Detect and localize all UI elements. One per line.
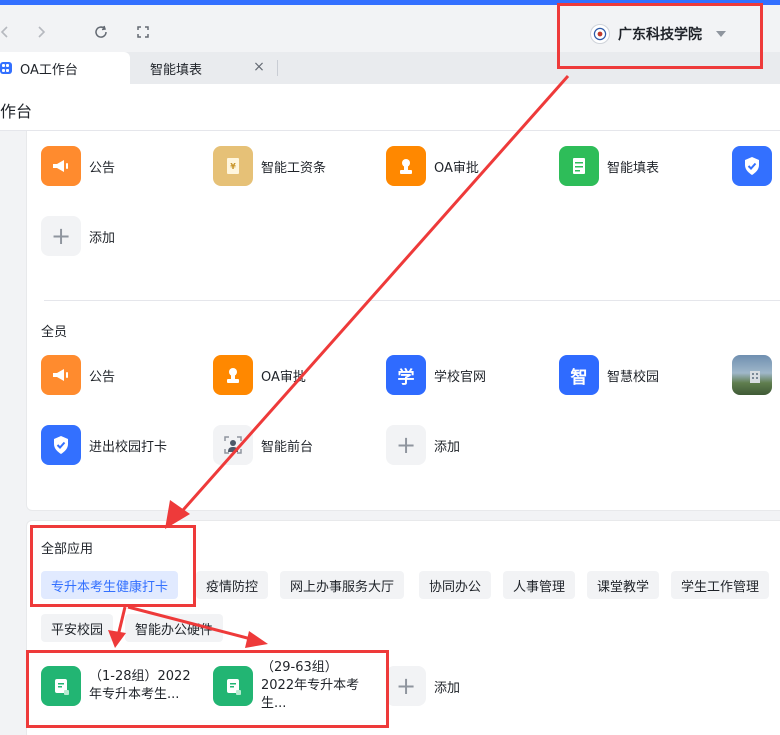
tab-label: 智能填表 (150, 62, 203, 78)
app-label: 智能填表 (607, 160, 660, 176)
tab-divider (277, 60, 278, 76)
app-label: 添加 (434, 439, 461, 455)
front-desk-icon (213, 425, 253, 465)
category-chip[interactable]: 智能办公硬件 (125, 614, 224, 642)
left-gutter (0, 131, 26, 735)
add-member-app-button[interactable]: + 添加 (386, 425, 460, 465)
annotation-box-category (30, 525, 196, 607)
stamp-icon (213, 355, 253, 395)
category-chip[interactable]: 课堂教学 (587, 571, 660, 599)
app-label: 公告 (89, 160, 116, 176)
plus-icon: + (386, 425, 426, 465)
shield-check-icon (732, 146, 772, 186)
app-label: OA审批 (261, 369, 306, 385)
app-label: 添加 (434, 680, 461, 696)
megaphone-icon (41, 355, 81, 395)
add-all-app-button[interactable]: + 添加 (386, 666, 460, 706)
megaphone-icon (41, 146, 81, 186)
category-chip[interactable]: 学生工作管理 (671, 571, 770, 599)
app-announcement[interactable]: 公告 (41, 355, 115, 395)
tab-smart-form[interactable]: 智能填表 × (130, 52, 276, 84)
category-chip[interactable]: 协同办公 (419, 571, 492, 599)
fullscreen-icon[interactable] (132, 21, 154, 43)
salary-slip-icon: ¥ (213, 146, 253, 186)
tab-oa-workbench[interactable]: OA工作台 (0, 52, 130, 84)
category-chip[interactable]: 平安校园 (41, 614, 114, 642)
app-oa-approval[interactable]: OA审批 (386, 146, 479, 186)
app-label: OA审批 (434, 160, 479, 176)
app-smart-campus[interactable]: 智 智慧校园 (559, 355, 659, 395)
form-icon (559, 146, 599, 186)
refresh-icon[interactable] (90, 21, 112, 43)
app-shield-partial[interactable] (732, 146, 772, 186)
back-icon[interactable] (0, 21, 16, 43)
app-school-website[interactable]: 学 学校官网 (386, 355, 486, 395)
close-icon[interactable]: × (252, 60, 266, 74)
app-label: 进出校园打卡 (89, 439, 168, 455)
app-label: 添加 (89, 230, 116, 246)
app-label: 公告 (89, 369, 116, 385)
tab-label: OA工作台 (20, 62, 78, 78)
campus-photo-icon (732, 355, 772, 395)
plus-icon: + (41, 216, 81, 256)
section-divider (44, 300, 780, 301)
forward-icon[interactable] (30, 21, 52, 43)
annotation-box-apps (26, 650, 389, 728)
zhi-icon: 智 (559, 355, 599, 395)
annotation-box-org (557, 3, 763, 69)
plus-icon: + (386, 666, 426, 706)
category-chip[interactable]: 疫情防控 (196, 571, 269, 599)
xue-icon: 学 (386, 355, 426, 395)
page-title: 作台 (0, 102, 33, 121)
app-smart-salary[interactable]: ¥ 智能工资条 (213, 146, 326, 186)
shield-check-icon (41, 425, 81, 465)
app-oa-approval[interactable]: OA审批 (213, 355, 306, 395)
app-label: 智慧校园 (607, 369, 660, 385)
app-smart-form[interactable]: 智能填表 (559, 146, 659, 186)
add-common-app-button[interactable]: + 添加 (41, 216, 115, 256)
section-title-all-members: 全员 (41, 325, 68, 340)
stamp-icon (386, 146, 426, 186)
app-label: 学校官网 (434, 369, 487, 385)
app-label: 智能工资条 (261, 160, 327, 176)
app-label: 智能前台 (261, 439, 314, 455)
page-header: 作台 (0, 84, 780, 131)
app-announcement[interactable]: 公告 (41, 146, 115, 186)
category-chip[interactable]: 人事管理 (503, 571, 576, 599)
app-campus-photo-partial[interactable] (732, 355, 772, 395)
app-smart-front-desk[interactable]: 智能前台 (213, 425, 313, 465)
category-chip[interactable]: 网上办事服务大厅 (280, 571, 405, 599)
app-campus-checkin[interactable]: 进出校园打卡 (41, 425, 167, 465)
app-grid-icon (0, 62, 12, 74)
svg-text:¥: ¥ (230, 162, 236, 171)
